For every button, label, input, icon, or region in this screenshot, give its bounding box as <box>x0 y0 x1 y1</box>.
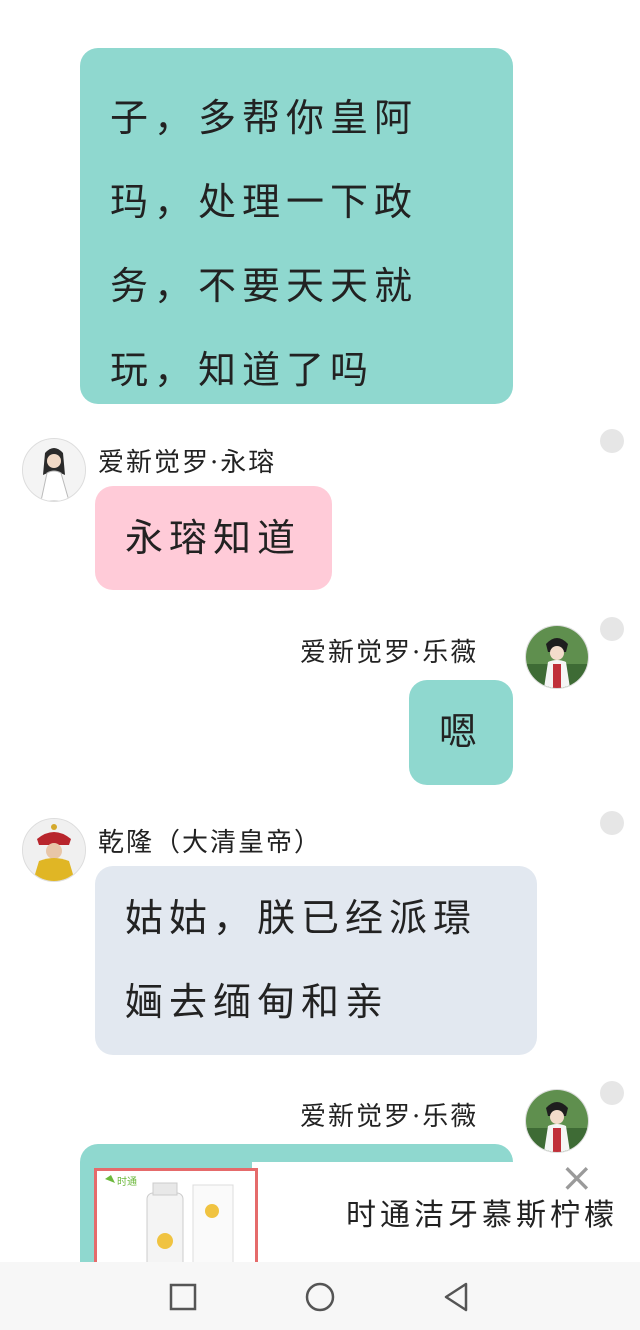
sender-name: 爱新觉罗·永瑢 <box>98 448 277 478</box>
avatar-lewei[interactable] <box>525 625 589 689</box>
ad-brand-label: 时通 <box>117 1177 137 1188</box>
avatar-image <box>23 439 85 501</box>
read-status-dot <box>600 617 624 641</box>
avatar-image <box>526 1090 588 1152</box>
back-icon[interactable] <box>436 1277 476 1317</box>
home-icon[interactable] <box>300 1277 340 1317</box>
system-navigation-bar <box>0 1262 640 1330</box>
sender-name: 爱新觉罗·乐薇 <box>300 1102 479 1132</box>
avatar-image <box>23 819 85 881</box>
avatar-qianlong[interactable] <box>22 818 86 882</box>
ad-banner[interactable]: 时通 时通洁牙慕斯柠檬 …… × <box>80 1162 640 1262</box>
avatar-lewei[interactable] <box>525 1089 589 1153</box>
message-text: 姑姑，朕已经派璟 婳去缅甸和亲 <box>125 896 478 1024</box>
message-text: 嗯 <box>439 710 484 754</box>
message-text: 永瑢知道 <box>125 516 302 560</box>
recents-icon[interactable] <box>163 1277 203 1317</box>
ad-subtitle: …… <box>346 1248 398 1262</box>
message-bubble-other[interactable]: 永瑢知道 <box>95 486 332 590</box>
sender-name: 乾隆（大清皇帝） <box>98 828 323 858</box>
read-status-dot <box>600 811 624 835</box>
message-bubble-other[interactable]: 姑姑，朕已经派璟 婳去缅甸和亲 <box>95 866 537 1055</box>
read-status-dot <box>600 429 624 453</box>
sender-name: 爱新觉罗·乐薇 <box>300 638 479 668</box>
close-icon[interactable]: × <box>560 1162 594 1198</box>
message-bubble-self[interactable]: 子，多帮你皇阿 玛，处理一下政 务，不要天天就 玩，知道了吗 <box>80 48 513 404</box>
ad-product-image: 时通 <box>94 1168 258 1262</box>
message-text: 子，多帮你皇阿 玛，处理一下政 务，不要天天就 玩，知道了吗 <box>110 96 419 392</box>
read-status-dot <box>600 1081 624 1105</box>
avatar-yongrong[interactable] <box>22 438 86 502</box>
message-bubble-self[interactable]: 嗯 <box>409 680 513 785</box>
avatar-image <box>526 626 588 688</box>
